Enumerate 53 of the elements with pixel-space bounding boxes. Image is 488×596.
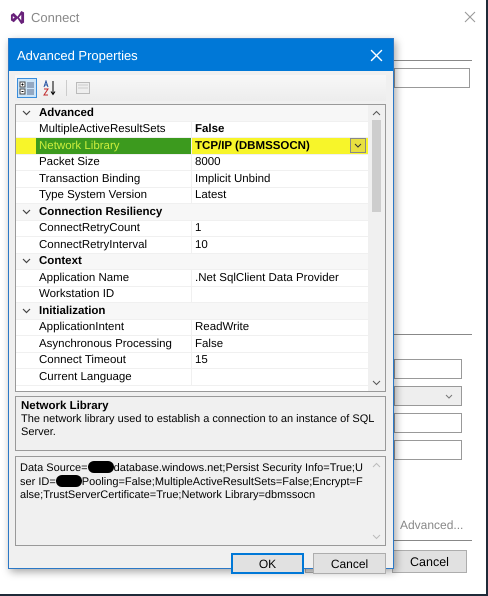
property-value: False [195,123,224,136]
scroll-down-icon[interactable] [372,380,381,386]
description-title: Network Library [21,400,110,412]
collapse-icon[interactable] [22,258,30,264]
property-name[interactable]: Packet Size [36,154,192,170]
property-name[interactable]: Current Language [36,369,192,384]
chevron-down-icon [354,143,362,148]
property-name[interactable]: ConnectRetryInterval [36,237,192,252]
ok-button[interactable]: OK [231,553,304,574]
property-name[interactable]: Transaction Binding [36,171,192,186]
window-title: Connect [31,10,80,24]
logo-icon [10,10,25,24]
dialog-title: Advanced Properties [17,48,138,62]
input-field[interactable] [394,440,462,460]
collapse-icon[interactable] [22,110,30,116]
property-name[interactable]: Application Name [36,270,192,286]
categorized-button[interactable] [17,78,37,98]
description-text: The network library used to establish a connection to an instance of SQL Server. [21,413,376,439]
property-value: .Net SqlClient Data Provider [195,272,339,284]
property-value: False [195,338,224,350]
property-value: 15 [195,354,208,366]
collapse-icon[interactable] [22,208,30,215]
property-name[interactable]: Asynchronous Processing [36,336,192,352]
property-name[interactable]: Type System Version [36,188,192,203]
advanced-link[interactable]: Advanced... [400,518,474,532]
dropdown-field[interactable] [394,386,462,406]
collapse-icon[interactable] [22,308,30,314]
scrollbar[interactable] [368,105,385,391]
property-name[interactable]: MultipleActiveResultSets [36,122,192,137]
category-label[interactable]: Initialization [36,304,106,317]
property-name[interactable]: ApplicationIntent [36,320,192,335]
input-field[interactable] [394,359,462,379]
cancel-button[interactable]: Cancel [392,550,467,573]
property-value: TCP/IP (DBMSSOCN) [195,140,310,152]
category-label[interactable]: Context [36,255,82,268]
property-name[interactable]: Workstation ID [36,286,192,302]
property-value: Latest [195,189,226,202]
close-icon[interactable] [464,11,476,23]
cancel-button[interactable]: Cancel [313,553,386,574]
property-name[interactable]: ConnectRetryCount [36,220,192,236]
scroll-thumb[interactable] [372,120,381,212]
input-field[interactable] [394,413,462,433]
property-value: 1 [195,222,202,234]
chevron-down-icon [445,394,453,398]
scroll-up-icon[interactable] [372,110,381,116]
category-label[interactable]: Advanced [36,106,94,119]
dropdown-button[interactable] [350,138,366,154]
property-value: 10 [195,238,208,251]
property-name[interactable]: Connect Timeout [36,352,192,368]
property-value: Implicit Unbind [195,172,270,185]
property-value: ReadWrite [195,321,250,334]
input-field[interactable] [394,68,470,88]
property-value: 8000 [195,156,221,168]
